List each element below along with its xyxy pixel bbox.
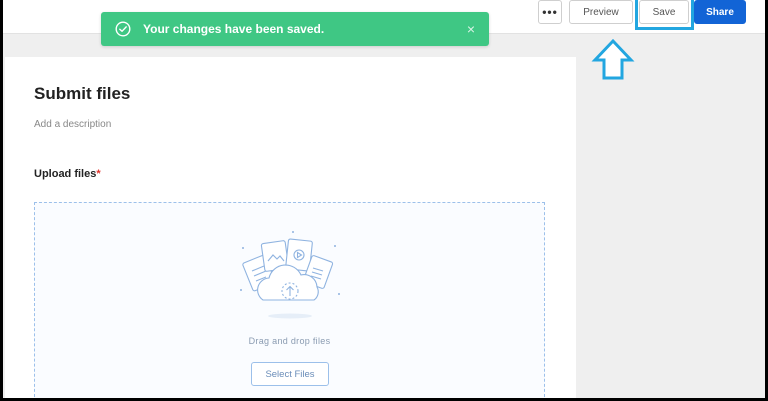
check-circle-icon — [115, 21, 131, 37]
toast-message: Your changes have been saved. — [143, 22, 325, 36]
form-description-field[interactable]: Add a description — [34, 119, 111, 130]
more-options-button[interactable]: ••• — [538, 0, 562, 24]
upload-field-label-text: Upload files — [34, 168, 97, 180]
select-files-button[interactable]: Select Files — [251, 362, 329, 386]
file-dropzone[interactable]: Drag and drop files Select Files — [34, 202, 545, 398]
close-icon[interactable]: × — [467, 21, 475, 37]
success-toast: Your changes have been saved. × — [101, 12, 489, 46]
preview-button[interactable]: Preview — [569, 0, 633, 24]
upload-field-label: Upload files* — [34, 168, 101, 180]
required-marker: * — [96, 168, 101, 180]
save-button[interactable]: Save — [639, 0, 689, 24]
more-options-icon: ••• — [542, 5, 558, 19]
dropzone-text: Drag and drop files — [248, 336, 331, 346]
up-arrow-icon — [591, 38, 635, 80]
share-button[interactable]: Share — [694, 0, 746, 24]
form-title[interactable]: Submit files — [34, 84, 130, 104]
app-window: ••• Preview Save Share Your changes have… — [3, 0, 765, 398]
form-card: Submit files Add a description Upload fi… — [5, 57, 576, 398]
cloud-upload-files-icon — [240, 231, 340, 319]
